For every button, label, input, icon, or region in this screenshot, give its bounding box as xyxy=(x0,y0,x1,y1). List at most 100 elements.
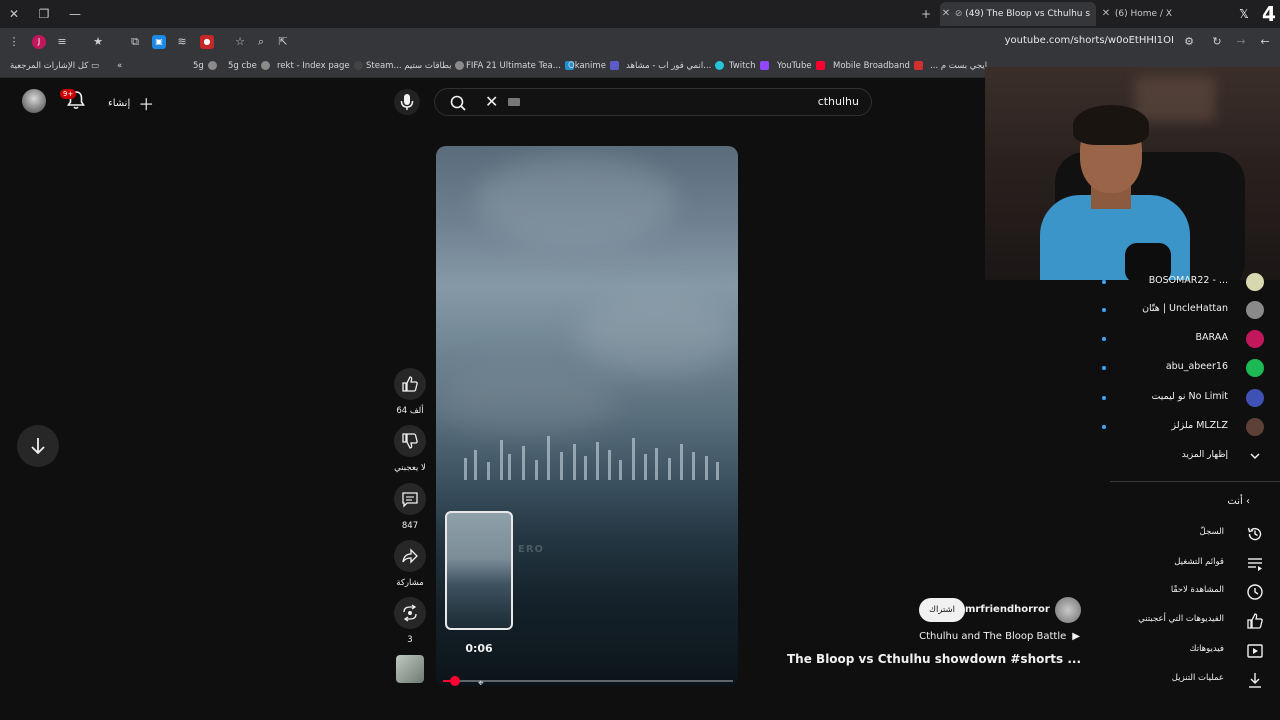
bookmark-5g[interactable]: 5g xyxy=(193,61,217,71)
bookmark-mobile-broadband[interactable]: Mobile Broadband xyxy=(833,61,923,71)
remix-button[interactable]: 3 xyxy=(394,597,426,645)
bookmark-twitch[interactable]: Twitch xyxy=(729,61,769,71)
address-bar[interactable]: youtube.com/shorts/w0oEtHHI1OI xyxy=(960,35,1174,46)
scrub-timecode: 0:06 xyxy=(465,642,493,655)
audio-icon: ⊘ xyxy=(954,9,963,19)
search-icon[interactable] xyxy=(449,94,467,112)
bookmark-manager-icon[interactable]: ★ xyxy=(90,34,106,50)
dislike-button[interactable]: لا يعجبني xyxy=(394,425,426,473)
playlist-title: Cthulhu and The Bloop Battle xyxy=(919,631,1067,642)
subscription-name: هتّان | UncleHattan xyxy=(1142,303,1228,314)
show-more-button[interactable]: إظهار المزيد xyxy=(1094,447,1264,467)
voice-search-button[interactable] xyxy=(394,89,420,115)
create-button[interactable]: إنشاء ＋ xyxy=(108,91,154,115)
you-section-heading[interactable]: أنت ‹ xyxy=(1227,496,1250,507)
close-window-icon[interactable]: ✕ xyxy=(6,6,22,22)
bookmark-all[interactable]: كل الإشارات المرجعية ▭ xyxy=(10,61,99,71)
bookmark-steam[interactable]: Steam... بطاقات ستيم xyxy=(366,61,465,71)
chevron-left-icon: ‹ xyxy=(1246,496,1250,507)
sidebar-subscription[interactable]: هتّان | UncleHattan xyxy=(1094,300,1264,320)
sound-channel-thumbnail[interactable] xyxy=(396,655,424,683)
plus-icon: ＋ xyxy=(138,95,155,114)
sidebar-subscription[interactable]: نو ليميت No Limit xyxy=(1094,388,1264,408)
light-streak xyxy=(608,450,611,480)
minimize-window-icon[interactable]: — xyxy=(67,6,83,22)
next-short-button[interactable] xyxy=(17,425,59,467)
forward-icon[interactable]: → xyxy=(1233,34,1249,50)
channel-name[interactable]: @mrfriendhorror xyxy=(955,604,1050,615)
bookmark-label: YouTube xyxy=(777,61,812,71)
new-content-dot xyxy=(1102,366,1106,370)
light-streak xyxy=(655,448,658,480)
sidebar-subscription[interactable]: abu_abeer16 xyxy=(1094,358,1264,378)
remix-circle[interactable] xyxy=(394,597,426,629)
light-streak xyxy=(716,462,719,480)
progress-scrubber[interactable] xyxy=(449,676,460,686)
bookmark-egybest[interactable]: ... ايجي بست م xyxy=(930,61,987,71)
close-tab-icon[interactable]: ✕ xyxy=(1100,2,1112,26)
sidebar-item-downloads[interactable]: عمليات التنزيل xyxy=(1094,669,1264,691)
webcam-overlay xyxy=(985,67,1280,280)
close-tab-icon[interactable]: ✕ xyxy=(940,2,952,26)
sidebar-subscription[interactable]: ملزلز MLZLZ xyxy=(1094,417,1264,437)
sidebar-item-your-videos[interactable]: فيديوهاتك xyxy=(1094,640,1264,662)
bookmark-5g-cbe[interactable]: 5g cbe xyxy=(228,61,270,71)
back-icon[interactable]: ← xyxy=(1257,34,1273,50)
sidebar-subscription[interactable]: BOSOMAR22 - ... xyxy=(1094,272,1264,292)
reload-icon[interactable]: ↻ xyxy=(1209,34,1225,50)
account-avatar[interactable] xyxy=(22,89,46,113)
extension-wave-icon[interactable]: ≋ xyxy=(174,34,190,50)
channel-avatar[interactable] xyxy=(1055,597,1081,623)
share-circle[interactable] xyxy=(394,540,426,572)
restore-window-icon[interactable]: ❐ xyxy=(36,6,52,22)
share-label: مشاركة xyxy=(396,578,424,588)
folder-icon: ▭ xyxy=(91,61,100,71)
tab-youtube[interactable]: ✕ ⊘ (49) The Bloop vs Cthulhu s xyxy=(940,2,1096,26)
menu-dots-icon[interactable]: ⋮ xyxy=(6,34,22,50)
nav-label: السجلّ xyxy=(1199,527,1224,537)
subscribe-button[interactable]: اشتراك xyxy=(919,598,965,622)
tab-x[interactable]: ✕ (6) Home / X xyxy=(1100,2,1230,26)
dislike-circle[interactable] xyxy=(394,425,426,457)
bookmark-label: 5g cbe xyxy=(228,61,257,71)
clear-search-icon[interactable]: ✕ xyxy=(485,93,498,111)
comments-button[interactable]: 847 xyxy=(394,483,426,531)
video-cloud xyxy=(436,366,616,436)
subscription-name: BOSOMAR22 - ... xyxy=(1148,275,1228,286)
you-heading-label: أنت xyxy=(1227,496,1243,507)
site-settings-icon[interactable]: ⚙ xyxy=(1181,34,1197,50)
zoom-icon[interactable]: ⌕ xyxy=(253,34,269,50)
subscription-name: abu_abeer16 xyxy=(1165,361,1228,372)
search-bar[interactable]: ✕ cthulhu xyxy=(434,88,872,116)
sidebar-item-liked-videos[interactable]: الفيديوهات التي أعجبتني xyxy=(1094,610,1264,632)
playlist-link[interactable]: Cthulhu and The Bloop Battle ▶ xyxy=(880,631,1080,642)
bookmark-okanime[interactable]: Okanime xyxy=(568,61,619,71)
comment-count: 847 xyxy=(401,521,419,531)
profile-icon[interactable]: J xyxy=(32,35,46,49)
video-title[interactable]: The Bloop vs Cthulhu showdown #shorts ..… xyxy=(770,652,1081,666)
chevron-icon[interactable]: « xyxy=(117,61,122,71)
comments-circle[interactable] xyxy=(394,483,426,515)
new-tab-icon[interactable]: + xyxy=(918,6,934,22)
extension-red-icon[interactable]: ● xyxy=(200,35,214,49)
new-content-dot xyxy=(1102,280,1106,284)
bookmark-star-icon[interactable]: ☆ xyxy=(232,34,248,50)
bookmark-youtube[interactable]: YouTube xyxy=(777,61,825,71)
share-button[interactable]: مشاركة xyxy=(394,540,426,588)
like-button[interactable]: 64 ألف xyxy=(394,368,426,416)
extension-blue-icon[interactable]: ▣ xyxy=(152,35,166,49)
search-input[interactable]: cthulhu xyxy=(818,95,859,108)
sidebar-item-playlists[interactable]: قوائم التشغيل xyxy=(1094,553,1264,575)
bookmark-rekt[interactable]: rekt - Index page xyxy=(277,61,363,71)
bookmark-anime4up[interactable]: انمي فور اب - مشاهد... xyxy=(626,61,725,71)
browser-tab-bar: ✕ ❐ — + ✕ ⊘ (49) The Bloop vs Cthulhu s … xyxy=(0,0,1280,28)
extensions-icon[interactable]: ⧉ xyxy=(127,34,143,50)
bookmark-fifa[interactable]: FIFA 21 Ultimate Tea... xyxy=(466,61,574,71)
keyboard-icon[interactable] xyxy=(508,98,520,106)
sidebar-subscription[interactable]: BARAA xyxy=(1094,329,1264,349)
install-app-icon[interactable]: ⇱ xyxy=(275,34,291,50)
sidebar-item-history[interactable]: السجلّ xyxy=(1094,523,1264,545)
sidebar-item-watch-later[interactable]: المشاهدة لاحقًا xyxy=(1094,581,1264,603)
like-circle[interactable] xyxy=(394,368,426,400)
sidebar-icon[interactable]: ≡ xyxy=(54,34,70,50)
